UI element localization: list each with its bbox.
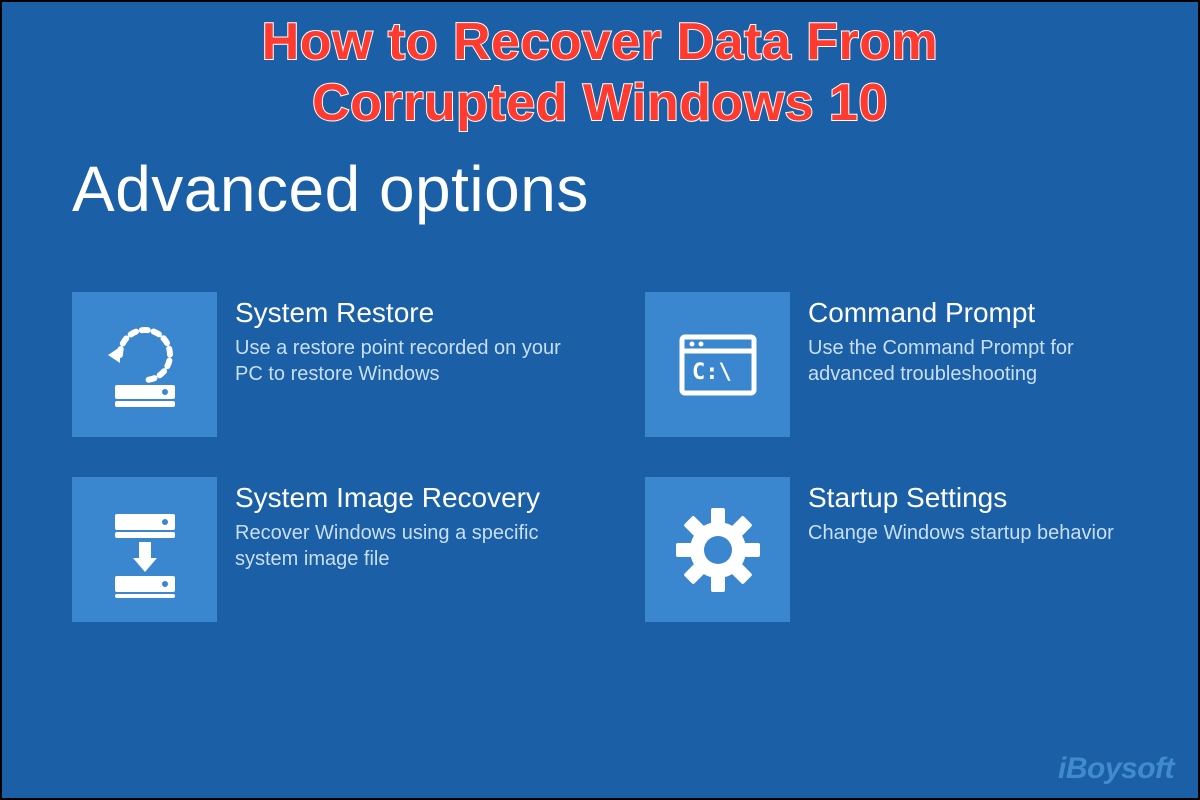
article-overlay-title: How to Recover Data From Corrupted Windo… — [2, 12, 1198, 135]
overlay-title-line2: Corrupted Windows 10 — [312, 74, 888, 132]
option-description: Use a restore point recorded on your PC … — [235, 335, 585, 387]
option-system-restore[interactable]: System Restore Use a restore point recor… — [72, 292, 585, 437]
option-text: Startup Settings Change Windows startup … — [808, 477, 1158, 546]
svg-text:C:\: C:\ — [692, 360, 732, 385]
option-description: Recover Windows using a specific system … — [235, 520, 585, 572]
option-startup-settings[interactable]: Startup Settings Change Windows startup … — [645, 477, 1158, 622]
page-title: Advanced options — [72, 152, 589, 226]
option-description: Change Windows startup behavior — [808, 520, 1158, 546]
option-title: System Image Recovery — [235, 481, 585, 514]
watermark-logo: iBoysoft — [1058, 752, 1174, 786]
option-command-prompt[interactable]: C:\ Command Prompt Use the Command Promp… — [645, 292, 1158, 437]
overlay-title-line1: How to Recover Data From — [262, 13, 939, 71]
gear-icon — [645, 477, 790, 622]
option-description: Use the Command Prompt for advanced trou… — [808, 335, 1158, 387]
option-text: System Restore Use a restore point recor… — [235, 292, 585, 387]
advanced-options-grid: System Restore Use a restore point recor… — [72, 292, 1158, 622]
system-restore-icon — [72, 292, 217, 437]
option-title: System Restore — [235, 296, 585, 329]
option-text: System Image Recovery Recover Windows us… — [235, 477, 585, 572]
command-prompt-icon: C:\ — [645, 292, 790, 437]
system-image-recovery-icon — [72, 477, 217, 622]
option-text: Command Prompt Use the Command Prompt fo… — [808, 292, 1158, 387]
option-title: Command Prompt — [808, 296, 1158, 329]
option-title: Startup Settings — [808, 481, 1158, 514]
option-system-image-recovery[interactable]: System Image Recovery Recover Windows us… — [72, 477, 585, 622]
